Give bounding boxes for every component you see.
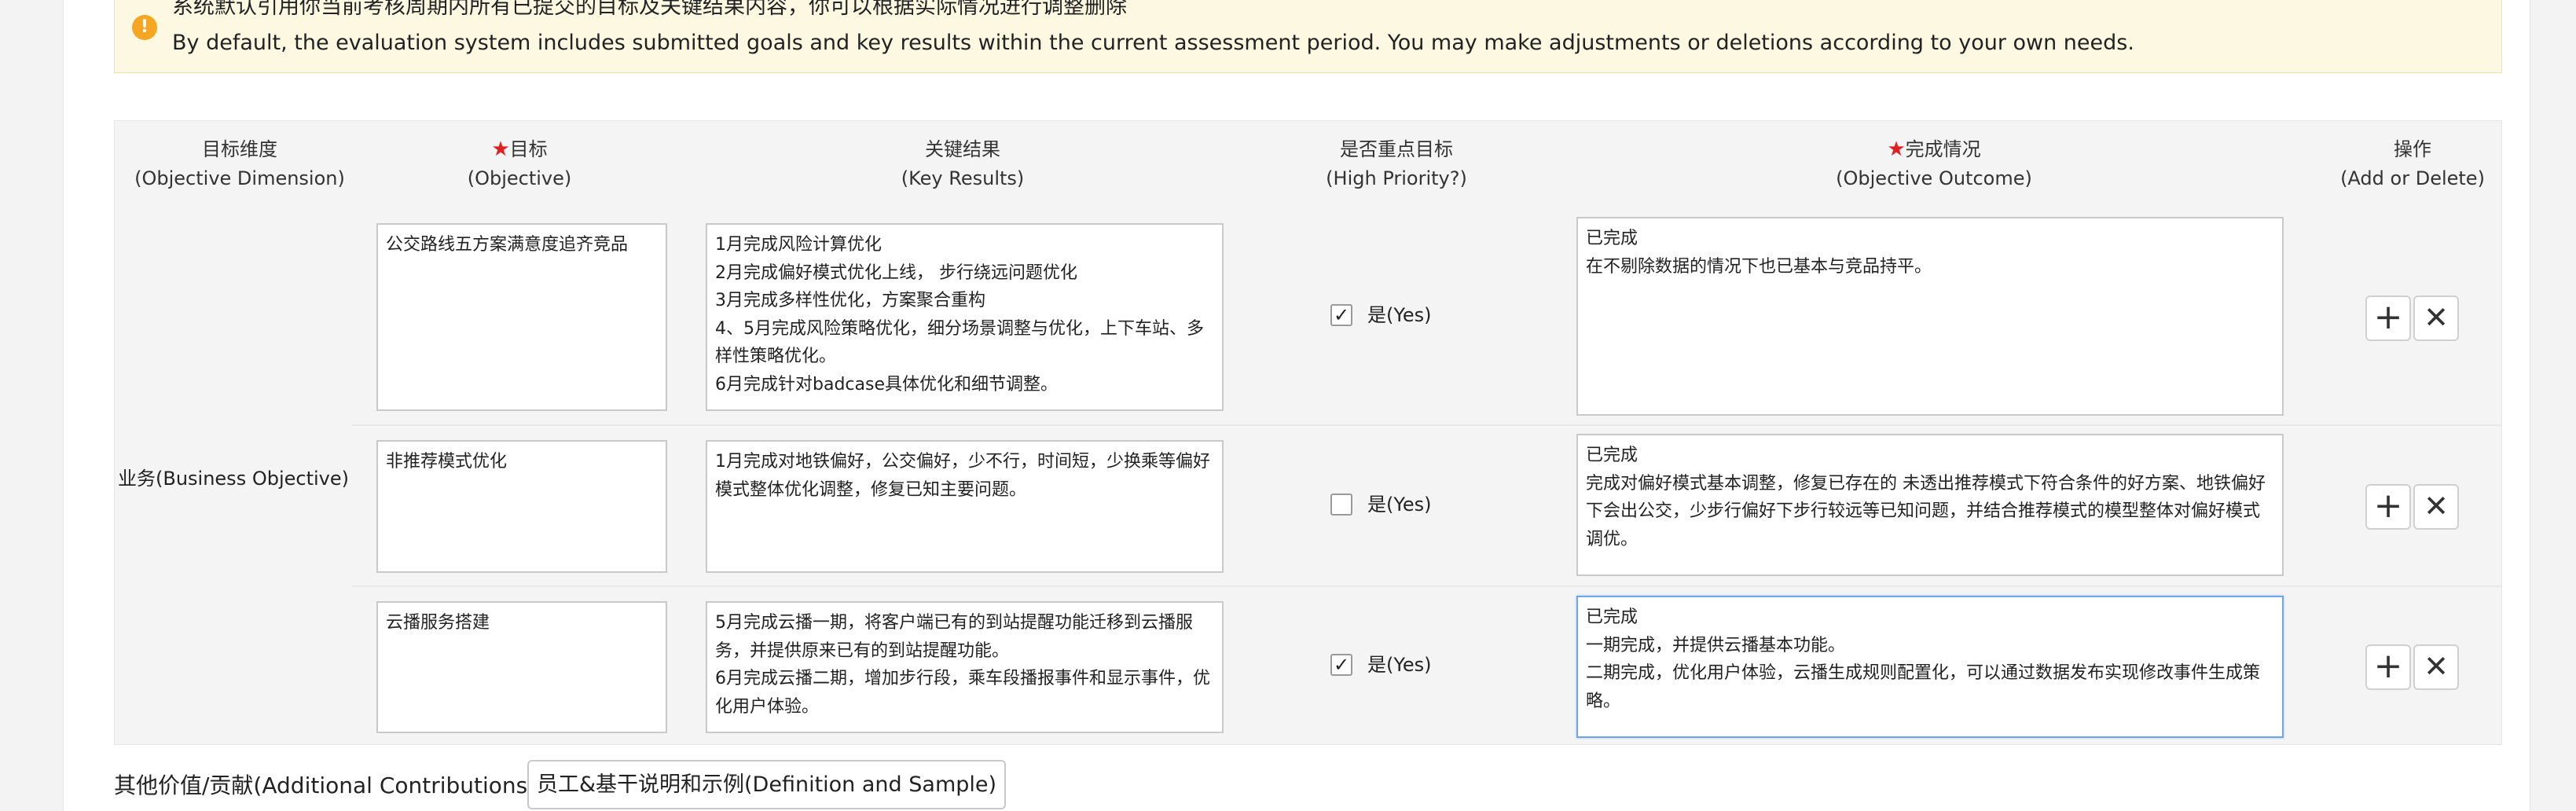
high-priority-checkbox[interactable]: ✓ (1330, 304, 1352, 326)
header-dimension: 目标维度 (Objective Dimension) (134, 138, 345, 189)
header-outcome: ★完成情况 (Objective Outcome) (1836, 138, 2032, 189)
high-priority-checkbox[interactable] (1330, 494, 1352, 516)
add-row-button[interactable]: + (2365, 295, 2411, 341)
header-key-results: 关键结果 (Key Results) (901, 138, 1025, 189)
outcome-field[interactable]: 已完成 完成对偏好模式基本调整，修复已存在的 未透出推荐模式下符合条件的好方案、… (1576, 434, 2284, 576)
header-priority: 是否重点目标 (High Priority?) (1326, 138, 1467, 189)
form-panel: ! 系统默认引用你当前考核周期内所有已提交的目标及关键结果内容，你可以根据实际情… (63, 0, 2530, 811)
row-divider (352, 585, 2501, 587)
high-priority-checkbox[interactable]: ✓ (1330, 654, 1352, 676)
key-results-field[interactable]: 5月完成云播一期，将客户端已有的到站提醒功能迁移到云播服务，并提供原来已有的到站… (706, 601, 1224, 733)
notice-text-zh: 系统默认引用你当前考核周期内所有已提交的目标及关键结果内容，你可以根据实际情况进… (172, 0, 1127, 19)
header-operations: 操作 (Add or Delete) (2340, 138, 2485, 189)
required-star-icon: ★ (1887, 138, 1906, 161)
required-star-icon: ★ (491, 138, 510, 161)
row-divider (352, 424, 2501, 426)
outcome-field[interactable]: 已完成 一期完成，并提供云播基本功能。 二期完成，优化用户体验，云播生成规则配置… (1576, 596, 2284, 738)
objective-field[interactable]: 非推荐模式优化 (376, 440, 667, 573)
high-priority-label: 是(Yes) (1367, 494, 1432, 516)
contributions-label: 其他价值/贡献(Additional Contributions)： (114, 772, 559, 798)
high-priority-label: 是(Yes) (1367, 654, 1432, 676)
delete-row-button[interactable]: ✕ (2413, 644, 2459, 690)
notice-text-en: By default, the evaluation system includ… (172, 31, 2134, 55)
outcome-field[interactable]: 已完成 在不剔除数据的情况下也已基本与竞品持平。 (1576, 217, 2284, 416)
objective-field[interactable]: 公交路线五方案满意度追齐竞品 (376, 223, 667, 411)
objectives-table: 目标维度 (Objective Dimension) ★目标 (Objectiv… (114, 120, 2502, 745)
notice-banner: ! 系统默认引用你当前考核周期内所有已提交的目标及关键结果内容，你可以根据实际情… (114, 0, 2502, 73)
high-priority-label: 是(Yes) (1367, 304, 1432, 326)
key-results-field[interactable]: 1月完成风险计算优化 2月完成偏好模式优化上线， 步行绕远问题优化 3月完成多样… (706, 223, 1224, 411)
definition-sample-button[interactable]: 员工&基干说明和示例(Definition and Sample) (527, 760, 1006, 809)
add-row-button[interactable]: + (2365, 484, 2411, 530)
objective-field[interactable]: 云播服务搭建 (376, 601, 667, 733)
delete-row-button[interactable]: ✕ (2413, 484, 2459, 530)
key-results-field[interactable]: 1月完成对地铁偏好，公交偏好，少不行，时间短，少换乘等偏好模式整体优化调整，修复… (706, 440, 1224, 573)
header-objective: ★目标 (Objective) (467, 138, 572, 189)
dimension-label: 业务(Business Objective) (118, 468, 349, 490)
warning-icon: ! (132, 15, 157, 40)
add-row-button[interactable]: + (2365, 644, 2411, 690)
delete-row-button[interactable]: ✕ (2413, 295, 2459, 341)
